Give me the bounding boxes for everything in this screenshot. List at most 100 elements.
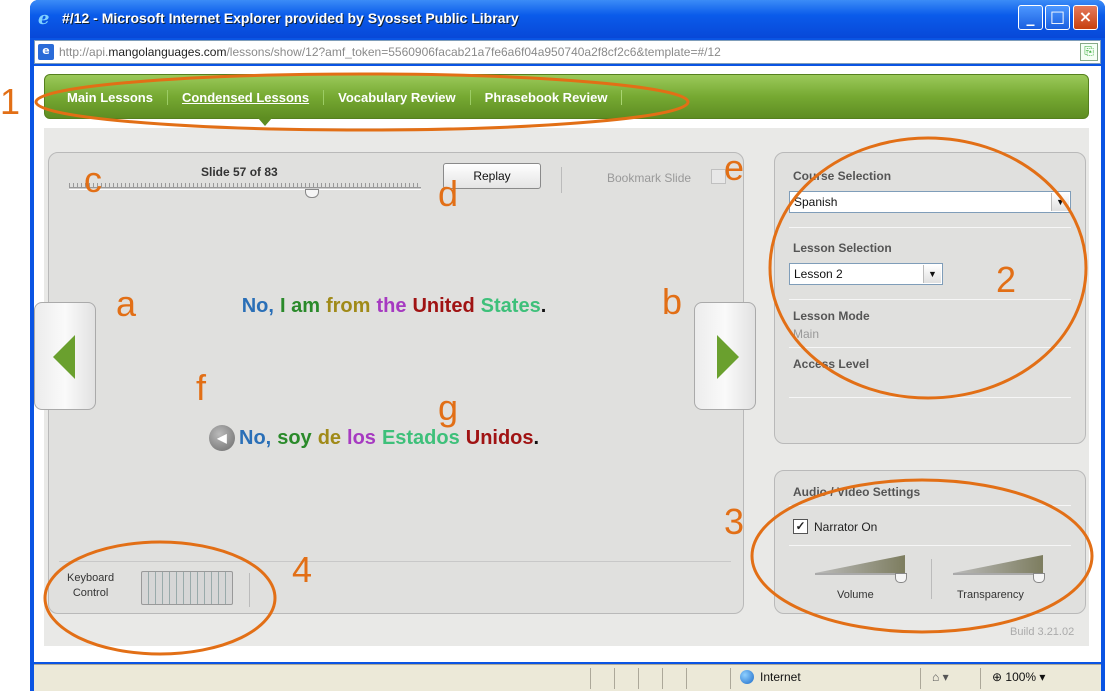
arrow-right-icon: [717, 335, 739, 379]
status-cell: [590, 668, 591, 689]
english-word[interactable]: United: [412, 295, 474, 317]
chevron-down-icon: ▼: [923, 265, 941, 283]
annotation-3: 3: [724, 501, 745, 542]
annotation-4: 4: [292, 549, 313, 590]
english-word[interactable]: States: [481, 295, 541, 317]
status-cell: [730, 668, 731, 689]
volume-slider-thumb[interactable]: [895, 573, 907, 583]
divider: [789, 505, 1071, 506]
course-select[interactable]: Spanish ▼: [789, 191, 1071, 213]
english-word[interactable]: the: [376, 295, 406, 317]
narrator-label: Narrator On: [814, 519, 878, 534]
english-word[interactable]: from: [326, 295, 370, 317]
english-phrase: No, I am from the United States.: [49, 295, 745, 318]
divider: [789, 347, 1071, 348]
annotation-b: b: [662, 281, 683, 322]
volume-label: Volume: [837, 589, 874, 601]
browser-window: e #/12 - Microsoft Internet Explorer pro…: [30, 0, 1105, 691]
close-button[interactable]: ×: [1073, 5, 1098, 30]
lesson-selection-label: Lesson Selection: [793, 241, 892, 255]
nav-active-pointer: [258, 118, 272, 126]
divider: [59, 561, 731, 562]
compat-view-icon[interactable]: ⎘: [1080, 43, 1098, 61]
spanish-word[interactable]: Estados: [382, 427, 460, 449]
slide-slider[interactable]: [69, 187, 421, 190]
nav-main-lessons[interactable]: Main Lessons: [67, 90, 168, 105]
status-cell: [920, 668, 921, 689]
arrow-left-icon: [53, 335, 75, 379]
status-cell: [686, 668, 687, 689]
status-bar: Internet ⌂ ▾ ⊕ 100% ▾: [34, 664, 1101, 691]
globe-icon: [740, 670, 754, 684]
divider: [789, 299, 1071, 300]
divider: [789, 545, 1071, 546]
status-cell: [980, 668, 981, 689]
lesson-mode-label: Lesson Mode: [793, 309, 870, 323]
course-panel: Course Selection Spanish ▼ Lesson Select…: [774, 152, 1086, 444]
spanish-word[interactable]: los: [347, 427, 376, 449]
spanish-word[interactable]: Unidos: [466, 427, 534, 449]
page-content: Main Lessons Condensed Lessons Vocabular…: [34, 66, 1101, 662]
slide-slider-thumb[interactable]: [304, 189, 319, 198]
divider: [561, 167, 562, 193]
english-word[interactable]: .: [541, 295, 547, 317]
status-cell: [614, 668, 615, 689]
lesson-select[interactable]: Lesson 2 ▼: [789, 263, 943, 285]
page-icon: e: [38, 44, 54, 60]
lesson-panel: Slide 57 of 83 Replay Bookmark Slide No,…: [48, 152, 744, 614]
minimize-button[interactable]: _: [1018, 5, 1043, 30]
annotation-c: c: [84, 159, 102, 200]
transparency-slider[interactable]: [953, 555, 1045, 585]
status-cell: [638, 668, 639, 689]
annotation-g: g: [438, 387, 459, 428]
zoom-level[interactable]: ⊕ 100% ▾: [992, 670, 1045, 684]
english-word[interactable]: I am: [280, 295, 320, 317]
divider: [931, 559, 932, 599]
chevron-down-icon: ▼: [1051, 193, 1069, 211]
status-cell: [662, 668, 663, 689]
main-nav: Main Lessons Condensed Lessons Vocabular…: [44, 74, 1089, 119]
lesson-mode-value: Main: [793, 327, 820, 341]
protected-mode-icon[interactable]: ⌂ ▾: [932, 670, 949, 684]
audio-video-panel: Audio / Video Settings ✓ Narrator On Vol…: [774, 470, 1086, 614]
nav-vocabulary-review[interactable]: Vocabulary Review: [324, 90, 471, 105]
nav-condensed-lessons[interactable]: Condensed Lessons: [168, 90, 325, 105]
divider: [249, 573, 250, 607]
annotation-1: 1: [0, 81, 21, 122]
slide-counter: Slide 57 of 83: [201, 165, 278, 179]
access-level-label: Access Level: [793, 357, 870, 371]
address-bar[interactable]: e http://api.mangolanguages.com/lessons/…: [34, 40, 1101, 64]
audio-video-title: Audio / Video Settings: [793, 485, 921, 499]
annotation-a: a: [116, 283, 137, 324]
annotation-d: d: [438, 173, 459, 214]
keyboard-control-label: Keyboard Control: [67, 572, 115, 599]
speaker-icon[interactable]: ◀: [209, 425, 235, 451]
spanish-word[interactable]: de: [318, 427, 341, 449]
maximize-button[interactable]: □: [1045, 5, 1070, 30]
english-word[interactable]: No,: [242, 295, 274, 317]
transparency-slider-thumb[interactable]: [1033, 573, 1045, 583]
security-zone[interactable]: Internet: [740, 670, 801, 684]
annotation-e: e: [724, 147, 745, 188]
keyboard-icon[interactable]: [141, 571, 233, 605]
build-version: Build 3.21.02: [1010, 626, 1075, 638]
spanish-word[interactable]: soy: [277, 427, 311, 449]
divider: [789, 397, 1071, 398]
previous-slide-button[interactable]: [34, 302, 96, 410]
ie-logo-icon: e: [38, 8, 50, 29]
annotation-2: 2: [996, 259, 1017, 300]
next-slide-button[interactable]: [694, 302, 756, 410]
volume-slider[interactable]: [815, 555, 907, 585]
window-title: #/12 - Microsoft Internet Explorer provi…: [62, 10, 519, 26]
narrator-checkbox[interactable]: ✓: [793, 519, 808, 534]
spanish-word[interactable]: No,: [239, 427, 271, 449]
address-url[interactable]: http://api.mangolanguages.com/lessons/sh…: [59, 45, 721, 59]
transparency-label: Transparency: [957, 589, 1024, 601]
course-selection-label: Course Selection: [793, 169, 892, 183]
narrator-toggle[interactable]: ✓ Narrator On: [793, 519, 877, 534]
spanish-phrase: ◀ No, soy de los Estados Unidos.: [209, 425, 545, 451]
spanish-word[interactable]: .: [534, 427, 540, 449]
bookmark-label: Bookmark Slide: [607, 171, 692, 185]
nav-phrasebook-review[interactable]: Phrasebook Review: [471, 90, 623, 105]
annotation-f: f: [196, 367, 207, 408]
